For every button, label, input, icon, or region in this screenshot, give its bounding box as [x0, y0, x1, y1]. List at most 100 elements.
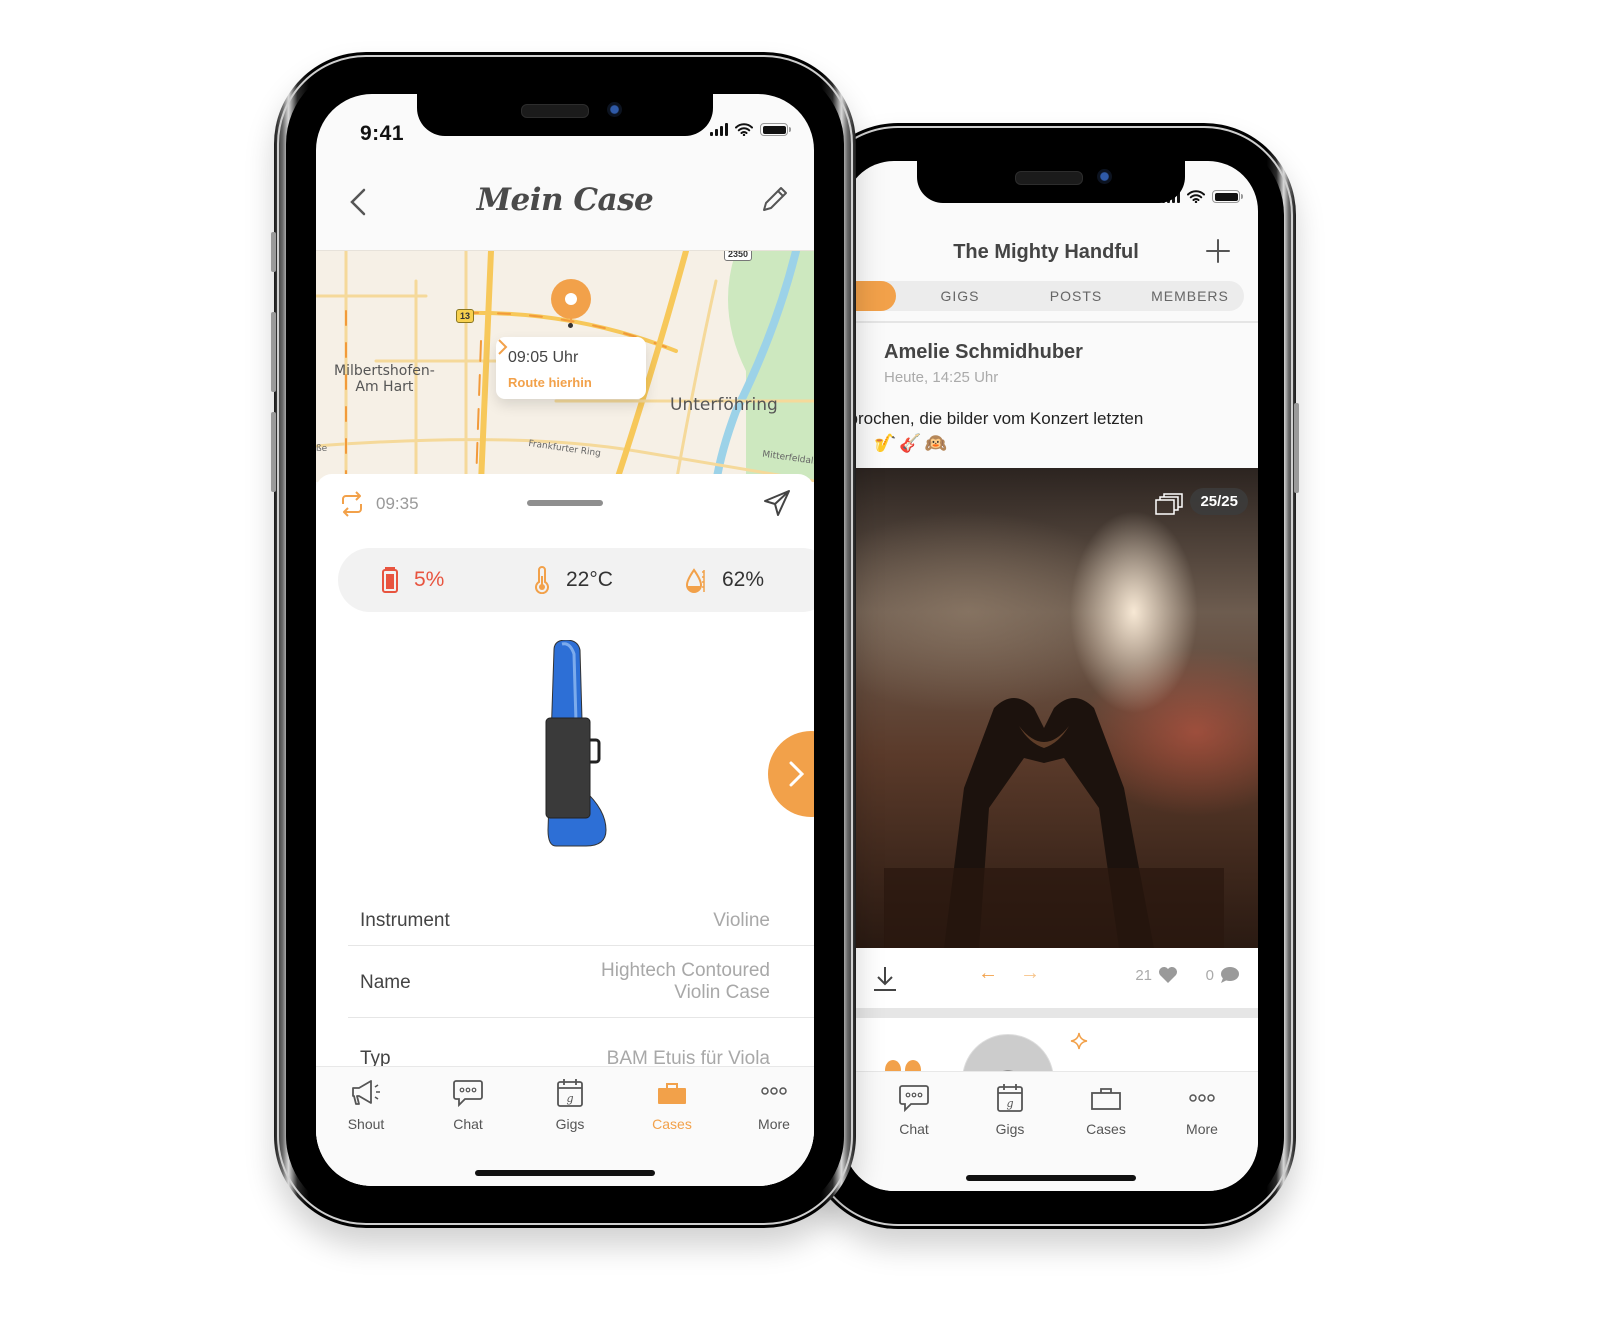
battery-icon [760, 123, 791, 136]
tab-label: Chat [899, 1121, 929, 1137]
sheet-header: 09:35 [338, 488, 792, 520]
phone-group-feed: 1 The Mighty Handful E GIGS POSTS MEMBER… [806, 123, 1299, 1229]
tab-more[interactable]: More [734, 1077, 814, 1132]
segment-posts[interactable]: POSTS [1018, 281, 1134, 311]
tab-label: Gigs [555, 1116, 585, 1132]
thermometer-icon [535, 566, 549, 594]
tab-label: Cases [652, 1116, 692, 1132]
divider [844, 321, 1258, 323]
nav-bar: Mein Case [316, 162, 814, 252]
more-dots-icon [761, 1087, 787, 1095]
heart-icon [1159, 967, 1177, 983]
map-view[interactable]: 13 2350 Milbertshofen- Am Hart Unterföhr… [316, 250, 814, 482]
detail-value: Violine [713, 910, 770, 931]
likes-button[interactable]: 21 [1135, 966, 1178, 984]
group-title: The Mighty Handful [953, 241, 1139, 263]
tab-chat[interactable]: Chat [874, 1082, 954, 1137]
feed-separator [844, 1008, 1258, 1018]
tab-label: Chat [453, 1116, 483, 1132]
post-author[interactable]: Amelie Schmidhuber [884, 341, 1083, 364]
next-case-button[interactable] [768, 731, 814, 817]
humidity-stat: 62% [684, 548, 764, 612]
segment-gigs[interactable]: GIGS [902, 281, 1018, 311]
drag-handle[interactable] [527, 500, 603, 506]
volume-up-button [271, 312, 276, 392]
pin-point [568, 323, 573, 328]
tab-cases[interactable]: Cases [1066, 1082, 1146, 1137]
post-text: sprochen, die bilder vom Konzert letzten [844, 409, 1144, 428]
segment-control: E GIGS POSTS MEMBERS [844, 281, 1244, 311]
tab-gigs[interactable]: g Gigs [970, 1082, 1050, 1137]
page-title: Mein Case [476, 182, 654, 218]
tab-label: Cases [1086, 1121, 1126, 1137]
violin-case-image [545, 640, 607, 847]
gallery-stack-icon [1155, 493, 1183, 515]
map-label-town: Unterföhring [670, 395, 778, 415]
megaphone-icon [352, 1080, 380, 1105]
tab-label: Shout [347, 1116, 385, 1132]
case-icon [658, 1083, 686, 1104]
route-callout[interactable]: 09:05 Uhr Route hierhin [496, 337, 646, 399]
mute-switch [271, 232, 276, 272]
plus-icon[interactable] [1204, 237, 1232, 265]
tab-chat[interactable]: Chat [428, 1077, 508, 1132]
route-13-badge: 13 [456, 309, 475, 323]
wifi-icon [1187, 190, 1205, 203]
chevron-right-icon [498, 339, 508, 355]
battery-value: 5% [414, 568, 445, 591]
battery-icon [1212, 190, 1243, 203]
comments-button[interactable]: 0 [1206, 966, 1240, 984]
likes-count: 21 [1135, 966, 1152, 984]
prev-photo-arrow-icon[interactable]: ← [978, 962, 998, 985]
sensor-stats: 5% 22°C 62% [338, 548, 814, 612]
send-icon[interactable] [762, 488, 792, 518]
heart-hands-silhouette [884, 698, 1224, 948]
comments-count: 0 [1205, 966, 1214, 984]
pencil-icon[interactable] [756, 180, 792, 220]
humidity-value: 62% [722, 568, 765, 591]
photo-counter: 25/25 [1190, 488, 1248, 515]
tab-bar: Chat g Gigs Cases More [844, 1071, 1258, 1191]
wifi-icon [735, 123, 753, 136]
humidity-icon [685, 568, 705, 593]
notch [917, 161, 1185, 203]
download-icon[interactable] [872, 964, 898, 992]
detail-label: Name [360, 972, 411, 993]
route-2350-badge: 2350 [724, 251, 753, 261]
battery-low-icon [382, 567, 398, 593]
temperature-value: 22°C [566, 568, 613, 591]
svg-text:g: g [1006, 1097, 1013, 1110]
post-photo[interactable]: 25/25 [844, 468, 1258, 948]
map-label-district: Milbertshofen- Am Hart [334, 363, 435, 395]
tab-label: Gigs [995, 1121, 1025, 1137]
home-indicator[interactable] [475, 1170, 655, 1176]
svg-text:g: g [566, 1092, 573, 1105]
tab-gigs[interactable]: g Gigs [530, 1077, 610, 1132]
calendar-icon: g [557, 1079, 583, 1107]
status-icons [710, 123, 791, 136]
map-label-street: ße [316, 444, 328, 454]
status-time: 9:41 [360, 122, 405, 145]
sync-icon[interactable] [338, 490, 366, 518]
last-sync-time: 09:35 [376, 494, 419, 513]
tab-more[interactable]: More [1162, 1082, 1242, 1137]
detail-row-name[interactable]: Name Hightech Contoured Violin Case [348, 946, 814, 1018]
route-here-link[interactable]: Route hierhin [508, 375, 592, 390]
detail-label: Instrument [360, 910, 450, 931]
next-photo-arrow-icon[interactable]: → [1020, 962, 1040, 985]
chat-bubble-icon [453, 1080, 483, 1108]
comment-bubble-icon [1221, 967, 1239, 983]
home-indicator[interactable] [966, 1175, 1136, 1181]
tab-shout[interactable]: Shout [326, 1077, 406, 1132]
signal-icon [710, 123, 728, 136]
callout-time: 09:05 Uhr [508, 349, 579, 366]
detail-row-instrument[interactable]: Instrument Violine [348, 886, 814, 946]
more-dots-icon [1189, 1094, 1215, 1102]
tab-cases[interactable]: Cases [632, 1077, 712, 1132]
tab-label: More [1186, 1121, 1218, 1137]
segment-members[interactable]: MEMBERS [1132, 281, 1248, 311]
post-actions: ← → 21 0 [844, 948, 1258, 1008]
location-pin-icon[interactable] [551, 279, 591, 319]
tab-bar: Shout Chat g Gigs Cases More [316, 1066, 814, 1186]
tab-label: More [758, 1116, 790, 1132]
